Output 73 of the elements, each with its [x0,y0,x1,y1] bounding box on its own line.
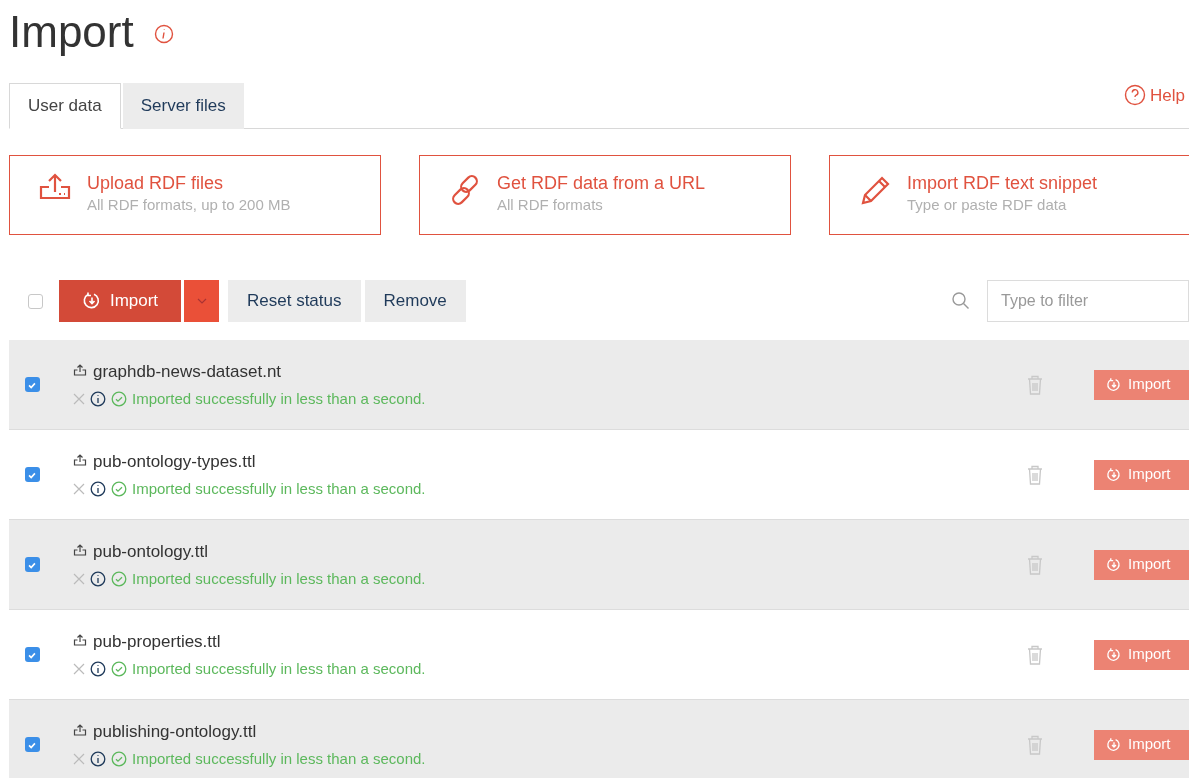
file-name: pub-ontology.ttl [93,540,208,563]
import-button[interactable]: Import [59,280,181,322]
close-icon[interactable] [73,753,85,766]
check-circle-icon [111,391,127,408]
import-icon [1106,376,1122,393]
card-title: Get RDF data from a URL [497,172,706,194]
status-message: Imported successfully in less than a second. [132,659,426,679]
trash-icon[interactable] [1026,463,1044,486]
import-option-card[interactable]: Upload RDF files All RDF formats, up to 200 MB [9,155,381,235]
info-icon[interactable] [90,571,106,588]
help-icon [1124,84,1147,107]
checkbox[interactable] [24,737,40,752]
import-icon [81,291,102,311]
search-icon [951,291,971,311]
upload-icon [73,364,87,379]
import-option-card[interactable]: Import RDF text snippet Type or paste RDF data [829,155,1189,235]
card-subtitle: All RDF formats, up to 200 MB [87,195,291,215]
file-name: pub-properties.ttl [93,630,221,653]
checkbox[interactable] [24,467,40,482]
import-button[interactable]: Import [1094,729,1189,760]
dropdown-button[interactable] [184,280,219,322]
info-icon[interactable] [90,391,106,408]
caret-icon [196,298,207,304]
trash-icon[interactable] [1026,733,1044,756]
check-circle-icon [111,571,127,588]
upload-icon [73,634,87,649]
import-icon [1106,736,1122,753]
tab[interactable]: Server files [122,83,244,129]
card-title: Import RDF text snippet [907,172,1098,194]
check-circle-icon [111,481,127,498]
file-name: publishing-ontology.ttl [93,720,257,743]
trash-icon[interactable] [1026,553,1044,576]
tab[interactable]: User data [9,83,121,129]
import-icon [1106,646,1122,663]
reset-status-button[interactable]: Reset status [228,280,361,322]
card-title: Upload RDF files [87,172,225,194]
import-icon [1106,556,1122,573]
page-title: Import [9,10,134,54]
import-button[interactable]: Import [1094,459,1189,490]
card-subtitle: Type or paste RDF data [907,195,1068,215]
check-circle-icon [111,661,127,678]
help-link[interactable]: Help [1124,82,1189,108]
file-name: graphdb-news-dataset.nt [93,360,282,383]
status-message: Imported successfully in less than a second. [132,389,426,409]
info-icon[interactable] [90,481,106,498]
trash-icon[interactable] [1026,373,1044,396]
card-subtitle: All RDF formats [497,195,604,215]
remove-button[interactable]: Remove [364,280,466,322]
info-icon[interactable] [90,661,106,678]
upload-icon [73,454,87,469]
file-name: pub-ontology-types.ttl [93,450,256,473]
status-message: Imported successfully in less than a second. [132,479,426,499]
close-icon[interactable] [73,483,85,496]
import-option-card[interactable]: Get RDF data from a URL All RDF formats [419,155,791,235]
close-icon[interactable] [73,573,85,586]
status-message: Imported successfully in less than a second. [132,569,426,589]
checkbox[interactable] [28,293,43,309]
import-button[interactable]: Import [1094,639,1189,670]
upload-icon [73,724,87,739]
check-circle-icon [111,751,127,768]
trash-icon[interactable] [1026,643,1044,666]
close-icon[interactable] [73,663,85,676]
import-button[interactable]: Import [1094,549,1189,580]
checkbox[interactable] [24,557,40,572]
status-message: Imported successfully in less than a second. [132,749,426,769]
upload-icon [73,544,87,559]
import-icon [1106,466,1122,483]
checkbox[interactable] [24,647,40,662]
info-icon[interactable] [90,751,106,768]
close-icon[interactable] [73,393,85,406]
import-button[interactable]: Import [1094,369,1189,400]
filter-field[interactable]: Type to filter [987,280,1189,322]
checkbox[interactable] [24,377,40,392]
